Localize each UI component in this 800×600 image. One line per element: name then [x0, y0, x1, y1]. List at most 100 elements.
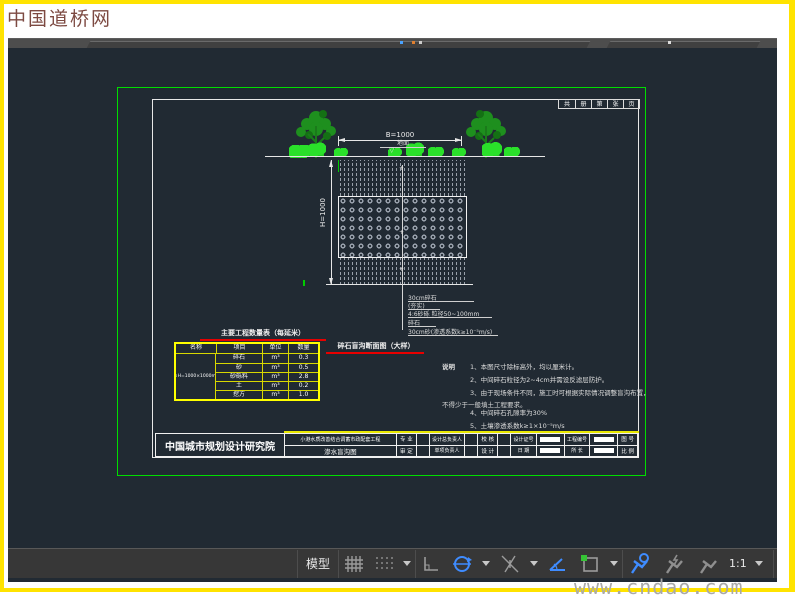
qty-unit: m³	[262, 373, 288, 381]
tab-icon-fragment	[668, 41, 671, 44]
table-row: 碎石 m³ 0.3	[216, 354, 318, 363]
note-line: 2、中间碎石粒径为2~4cm并需设反滤层防护。	[470, 376, 609, 384]
qty-header: 数量	[288, 344, 318, 353]
notes-label: 说明	[442, 363, 455, 371]
annotation-scale-value[interactable]: 1:1	[725, 550, 751, 578]
annotation-autoscale-button[interactable]	[657, 550, 691, 578]
tb-label: 设 计	[478, 444, 498, 457]
section-title: 碎石盲沟断面图（大样）	[337, 342, 415, 350]
tb-redacted	[537, 434, 564, 445]
dim-line-h	[331, 160, 332, 285]
tab-icon-fragment	[412, 41, 415, 44]
ground-line	[265, 156, 545, 157]
tb-label: 日 期	[511, 444, 536, 457]
watermark-frame-right	[789, 0, 795, 592]
redacted-block	[593, 448, 614, 454]
object-snap-button[interactable]	[574, 550, 606, 578]
osnap-tracking-button[interactable]	[494, 550, 526, 578]
snap-grid-icon	[345, 555, 364, 572]
tb-value	[417, 434, 429, 445]
qty-header: 单位	[262, 344, 288, 353]
corner-cell: 第	[591, 100, 607, 108]
tab-icon-fragment	[400, 41, 403, 44]
qty-value: 2.8	[288, 373, 318, 381]
dim-h-text: H=1000	[319, 198, 327, 227]
tb-value	[465, 434, 477, 445]
tb-redacted	[590, 444, 618, 457]
ortho-icon	[424, 556, 439, 571]
corner-cell: 页	[623, 100, 639, 108]
cad-window: 共 册 第 张 页 B=1000 地面 ▽ H=1000 + + + 30cm碎…	[8, 38, 777, 582]
dim-arrow	[329, 278, 333, 285]
polar-tracking-button[interactable]	[446, 550, 478, 578]
grid-display-icon	[376, 556, 394, 569]
isometric-angle-icon	[549, 557, 566, 571]
file-tab-bar[interactable]	[8, 38, 777, 48]
tb-label: 设计证号	[513, 436, 534, 443]
tick-mark	[338, 160, 339, 172]
annotation-scale-button[interactable]	[691, 550, 725, 578]
tb-value	[416, 444, 429, 457]
annotation-visibility-icon	[631, 552, 650, 574]
sheet-corner-strip: 共 册 第 张 页	[558, 99, 640, 109]
dim-arrow	[329, 160, 333, 167]
ground-marker-label: 地面	[380, 138, 426, 148]
watermark-frame-left	[0, 0, 4, 592]
table-row: 土 m³ 0.2	[216, 381, 318, 390]
qty-unit: m³	[262, 391, 288, 399]
dim-arrow	[338, 138, 345, 142]
qty-unit: m³	[262, 364, 288, 372]
layer-callout: 碎石	[408, 318, 436, 327]
chevron-down-icon[interactable]	[610, 561, 619, 566]
bush-icon	[482, 142, 502, 157]
drawing-name: 渗水盲沟图	[284, 444, 396, 457]
tb-label: 比 例	[618, 444, 637, 457]
tb-label: 图 号	[621, 437, 634, 444]
model-tab-button[interactable]: 模型	[298, 550, 338, 578]
osnap-tracking-icon	[501, 555, 519, 572]
file-tab[interactable]	[605, 41, 761, 48]
qty-item: 砂	[235, 364, 242, 371]
qty-unit: m³	[262, 354, 288, 363]
node-marker: +	[399, 229, 405, 236]
tb-label: 设计总负责人	[432, 436, 463, 443]
red-underline	[326, 352, 424, 354]
dim-ext-line	[338, 136, 339, 146]
tb-label: 单项负责人	[429, 444, 465, 457]
drawing-canvas[interactable]: 共 册 第 张 页 B=1000 地面 ▽ H=1000 + + + 30cm碎…	[8, 48, 777, 548]
annotation-visibility-button[interactable]	[623, 550, 657, 578]
chevron-down-icon[interactable]	[754, 561, 763, 566]
redacted-block	[540, 436, 561, 442]
file-tab[interactable]	[85, 41, 591, 48]
qty-header: 项目	[216, 344, 262, 353]
qty-value: 0.2	[288, 382, 318, 390]
qty-unit: m³	[262, 382, 288, 390]
tb-value	[465, 444, 478, 457]
chevron-down-icon[interactable]	[482, 561, 491, 566]
qty-value: 1.0	[288, 391, 318, 399]
table-row: 挖方 m³ 1.0	[216, 390, 318, 399]
watermark-frame-top	[0, 0, 795, 4]
status-bar: 模型 1:1	[8, 548, 777, 578]
chevron-down-icon[interactable]	[530, 561, 539, 566]
grid-display-button[interactable]	[369, 550, 399, 578]
project-name: 小港水质改善结合调蓄市政配套工程	[300, 436, 381, 443]
tb-label: 专 业	[400, 437, 413, 444]
title-block: 中国城市规划设计研究院 小港水质改善结合调蓄市政配套工程 渗水盲沟图 专 业 审…	[155, 433, 639, 458]
chevron-down-icon[interactable]	[403, 561, 412, 566]
isometric-angle-button[interactable]	[542, 550, 574, 578]
tb-redacted	[536, 444, 564, 457]
tb-redacted	[590, 434, 617, 445]
qty-item: 砂砾料	[229, 373, 248, 380]
qty-spec-cell: B×H=1000×1000mm	[176, 354, 216, 399]
tab-icon-fragment	[419, 41, 422, 44]
ortho-button[interactable]	[416, 550, 446, 578]
node-marker: +	[399, 165, 405, 172]
table-row: 砂 m³ 0.5	[216, 363, 318, 372]
institute-name: 中国城市规划设计研究院	[164, 441, 275, 453]
qty-value: 0.3	[288, 354, 318, 363]
trench-bottom-line	[326, 284, 473, 285]
tb-label: 工程编号	[566, 436, 587, 443]
snap-grid-button[interactable]	[339, 550, 369, 578]
qty-header: 名称	[189, 344, 202, 351]
